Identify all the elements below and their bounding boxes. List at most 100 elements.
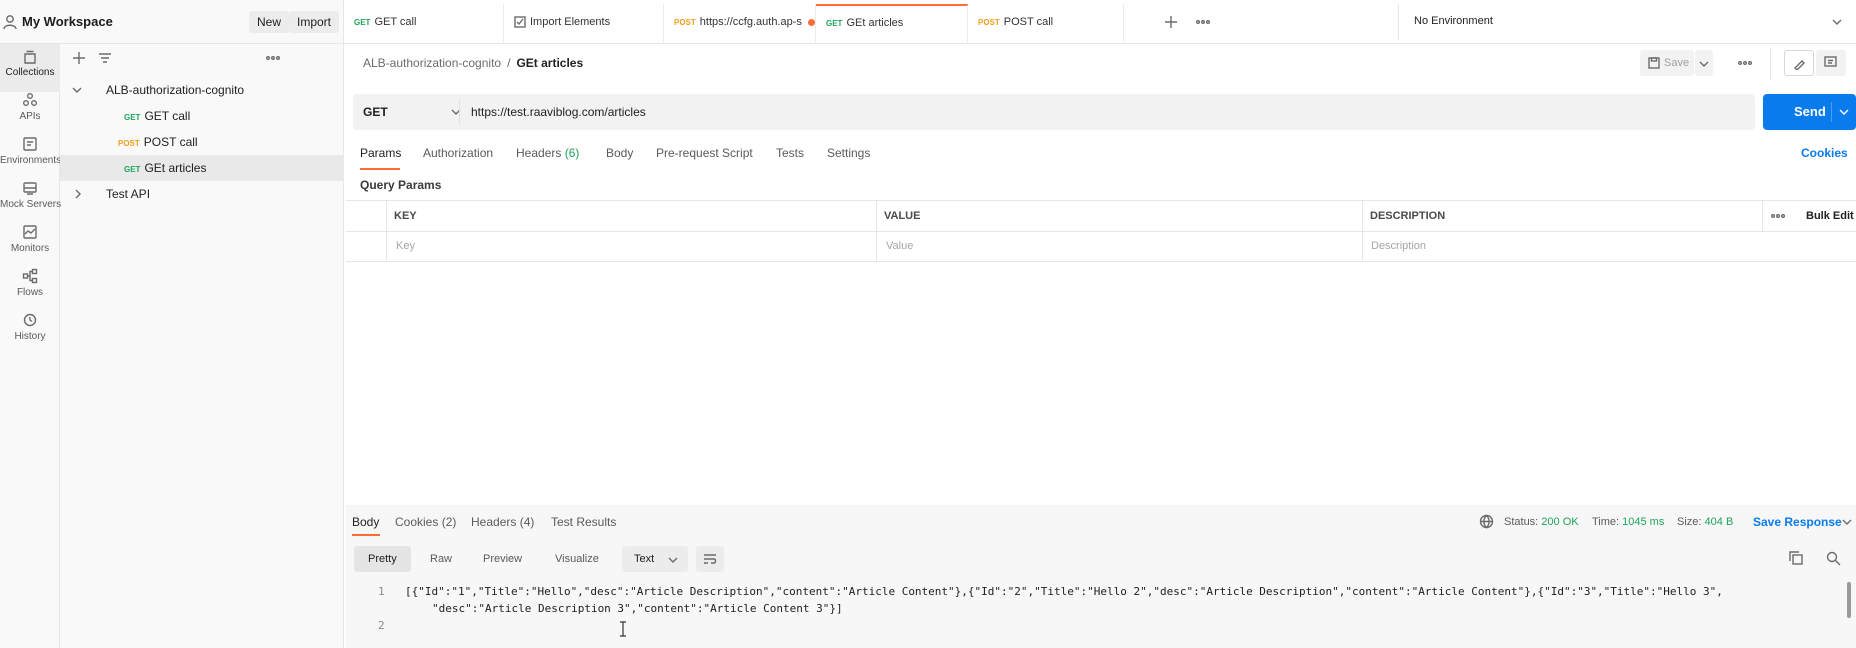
tab-headers[interactable]: Headers (6) [516, 146, 579, 160]
method-badge: POST [118, 139, 140, 148]
tab-label: GET call [374, 16, 417, 28]
method-badge: POST [978, 18, 1000, 27]
active-tab-indicator [360, 168, 400, 170]
more-actions-icon[interactable] [1738, 60, 1752, 66]
tab-pre-request-script[interactable]: Pre-request Script [656, 146, 753, 160]
size-value: 404 B [1704, 516, 1734, 528]
tab-authorization[interactable]: Authorization [423, 146, 493, 160]
response-code-line: "desc":"Article Description 3","content"… [432, 602, 843, 615]
tree-request-get-call[interactable]: GET GET call [60, 103, 344, 129]
response-tab-cookies[interactable]: Cookies (2) [395, 515, 456, 529]
mode-visualize[interactable]: Visualize [541, 546, 613, 572]
tab-params[interactable]: Params [360, 146, 401, 160]
rail-item-flows[interactable]: Flows [0, 264, 60, 312]
copy-icon[interactable] [1789, 551, 1803, 565]
workspace-panel: My Workspace New Import Collections APIs… [0, 0, 344, 648]
rail-item-collections[interactable]: Collections [0, 44, 60, 92]
filter-icon[interactable] [98, 51, 112, 65]
tree-collection-test-api[interactable]: Test API [60, 181, 344, 207]
chevron-down-icon[interactable] [1832, 18, 1842, 26]
mode-pretty[interactable]: Pretty [354, 546, 411, 572]
tab-post-auth[interactable]: POST https://ccfg.auth.ap-s [664, 4, 816, 44]
tab-import-elements[interactable]: Import Elements [504, 4, 664, 44]
import-button[interactable]: Import [289, 11, 340, 33]
tab-label: Import Elements [530, 16, 611, 28]
page-title: GEt articles [516, 56, 584, 70]
comments-button[interactable] [1816, 50, 1846, 76]
edit-button[interactable] [1784, 50, 1814, 76]
globe-icon[interactable] [1479, 514, 1494, 529]
format-select[interactable]: Text [622, 546, 688, 572]
tab-label: POST call [1003, 16, 1054, 28]
save-button[interactable]: Save [1640, 50, 1694, 76]
tree-request-get-articles[interactable]: GET GEt articles [60, 155, 344, 181]
method-badge: GET [354, 18, 371, 27]
search-icon[interactable] [1826, 551, 1841, 566]
response-code-line: [{"Id":"1","Title":"Hello","desc":"Artic… [405, 585, 1723, 598]
send-button[interactable]: Send [1763, 94, 1856, 130]
monitors-icon [23, 225, 37, 239]
mode-preview[interactable]: Preview [469, 546, 536, 572]
chevron-down-icon[interactable] [1842, 518, 1852, 526]
chevron-down-icon [72, 87, 82, 93]
method-badge: GET [124, 113, 141, 122]
side-rail: Collections APIs Environments Mock Serve… [0, 44, 61, 648]
line-number: 1 [378, 585, 385, 598]
tab-tests[interactable]: Tests [776, 146, 804, 160]
active-tab-indicator [352, 534, 380, 536]
query-params-table: KEY VALUE DESCRIPTION Bulk Edit Key Valu… [346, 200, 1856, 262]
column-header-key: KEY [394, 210, 417, 222]
tab-settings[interactable]: Settings [827, 146, 870, 160]
mock-servers-icon [23, 182, 37, 195]
chevron-down-icon[interactable] [1839, 108, 1849, 116]
response-tab-headers[interactable]: Headers (4) [471, 515, 534, 529]
tab-get-call[interactable]: GET GET call [344, 4, 504, 44]
environment-select[interactable]: No Environment [1414, 15, 1493, 27]
url-input[interactable]: https://test.raaviblog.com/articles [471, 94, 646, 130]
save-options-button[interactable] [1695, 50, 1713, 76]
workspace-title: My Workspace [22, 14, 113, 29]
description-input[interactable]: Description [1371, 231, 1426, 261]
cookies-link[interactable]: Cookies [1801, 146, 1848, 160]
rail-item-apis[interactable]: APIs [0, 88, 60, 136]
bulk-edit-button[interactable]: Bulk Edit [1806, 201, 1854, 231]
tab-body[interactable]: Body [606, 146, 633, 160]
rail-item-history[interactable]: History [0, 308, 60, 356]
rail-item-environments[interactable]: Environments [0, 132, 61, 180]
url-bar: GET https://test.raaviblog.com/articles [353, 94, 1755, 130]
chevron-down-icon [668, 557, 678, 563]
response-tab-test-results[interactable]: Test Results [551, 515, 616, 529]
tab-post-call[interactable]: POST POST call [968, 4, 1124, 44]
request-tab-bar: GET GET call Import Elements POST https://… [344, 0, 1856, 44]
rail-item-monitors[interactable]: Monitors [0, 220, 60, 268]
value-input[interactable]: Value [886, 231, 913, 261]
status-text: Status: 200 OK [1504, 516, 1579, 528]
save-response-button[interactable]: Save Response [1753, 515, 1842, 529]
more-tabs-icon[interactable] [1196, 19, 1210, 25]
more-options-icon[interactable] [1771, 213, 1785, 219]
chevron-right-icon [75, 189, 81, 199]
method-select[interactable]: GET [363, 94, 461, 130]
tree-request-post-call[interactable]: POST POST call [60, 129, 344, 155]
request-name: GET call [144, 109, 191, 123]
time-text: Time: 1045 ms [1592, 516, 1665, 528]
user-icon [3, 15, 17, 30]
flows-icon [22, 268, 38, 284]
tab-get-articles[interactable]: GET GEt articles [816, 4, 968, 44]
query-params-label: Query Params [360, 178, 442, 192]
key-input[interactable]: Key [396, 231, 415, 261]
tree-collection-alb[interactable]: ALB-authorization-cognito [60, 77, 344, 103]
more-options-icon[interactable] [266, 55, 280, 61]
rail-item-mock-servers[interactable]: Mock Servers [0, 176, 61, 224]
response-tab-body[interactable]: Body [352, 515, 379, 529]
add-icon[interactable] [72, 51, 86, 65]
breadcrumb-parent[interactable]: ALB-authorization-cognito [363, 56, 501, 70]
new-button[interactable]: New [249, 11, 290, 33]
line-number: 2 [378, 619, 385, 632]
time-value: 1045 ms [1622, 516, 1665, 528]
scrollbar[interactable] [1847, 582, 1851, 618]
mode-raw[interactable]: Raw [416, 546, 466, 572]
new-tab-icon[interactable] [1164, 15, 1178, 29]
request-name: POST call [143, 135, 198, 149]
wrap-lines-button[interactable] [696, 546, 724, 572]
